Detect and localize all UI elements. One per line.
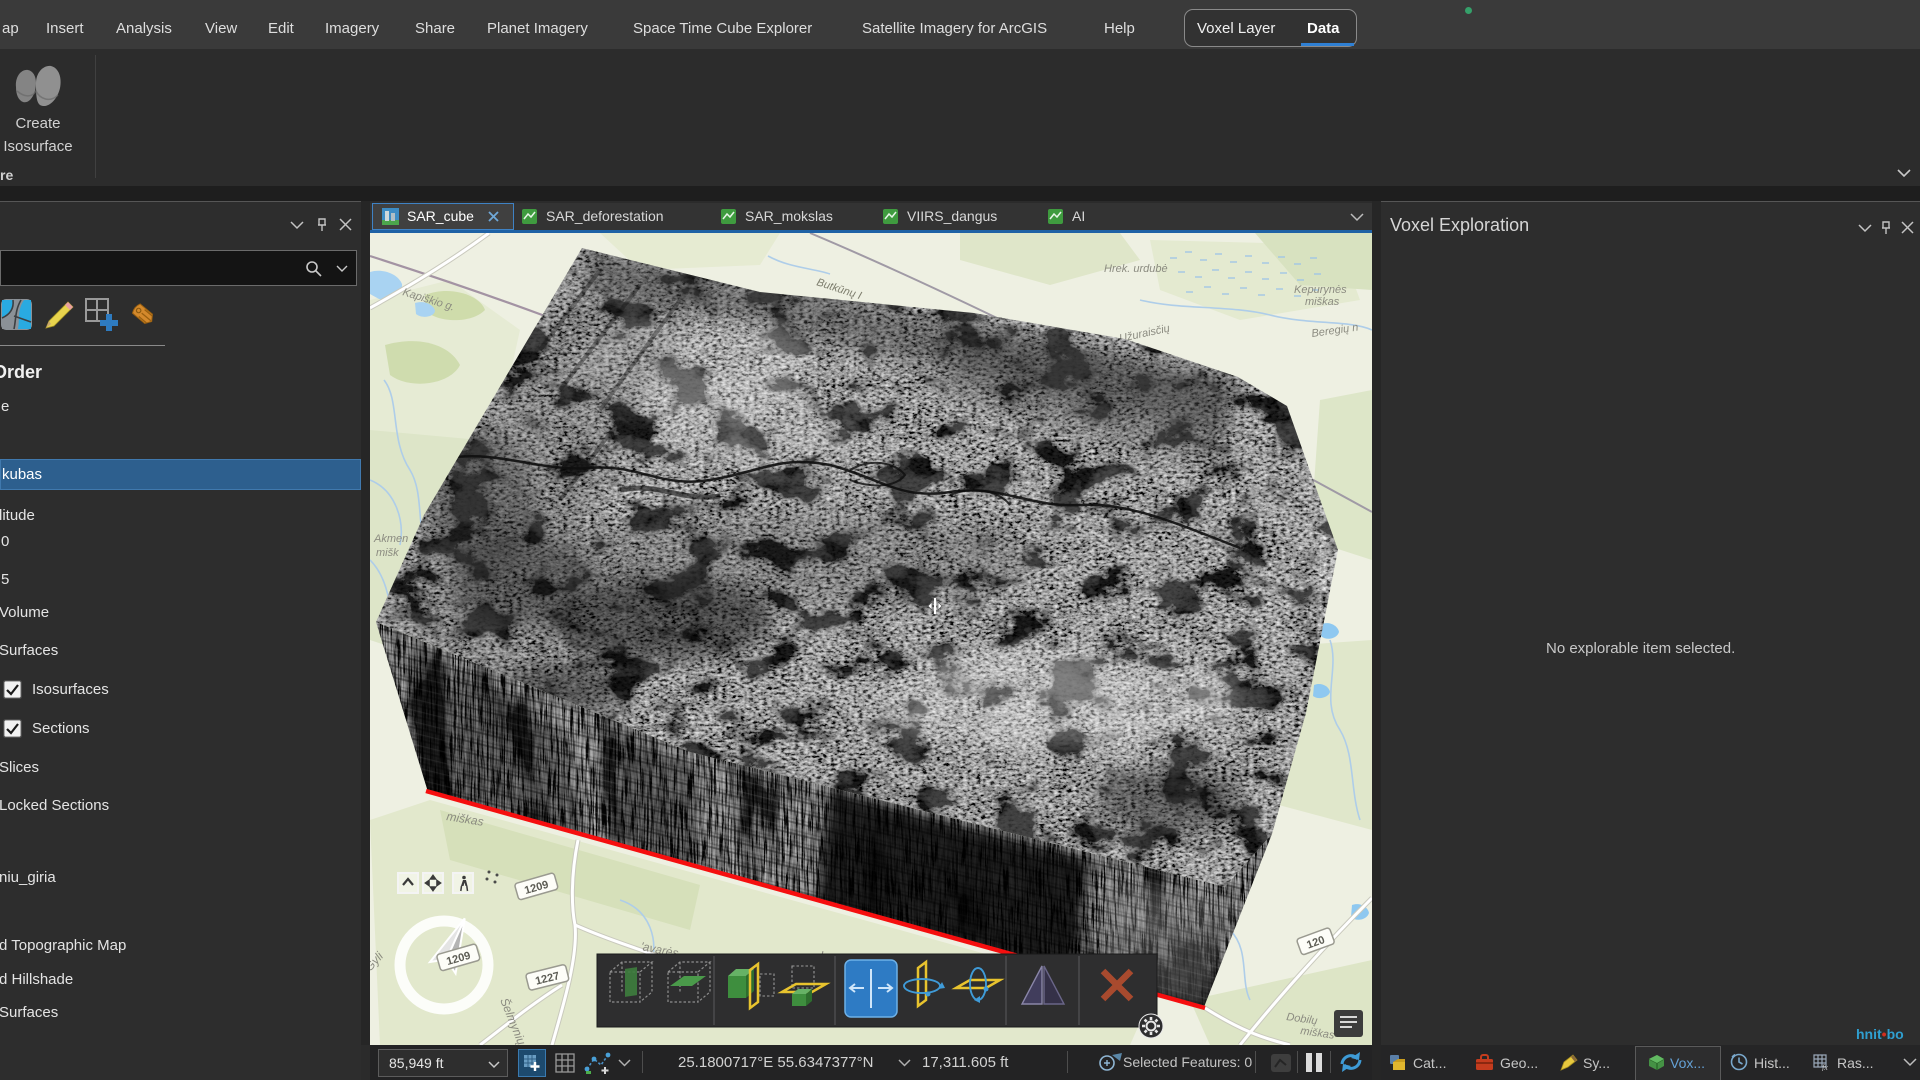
svg-text:Akmen: Akmen (373, 533, 408, 545)
svg-text:mišk: mišk (376, 547, 399, 559)
svg-text:miškas: miškas (1305, 296, 1340, 308)
svg-text:Hrek. urdubė: Hrek. urdubė (1104, 263, 1168, 275)
svg-text:fx: fx (1822, 1063, 1828, 1071)
svg-text:Kepurynės: Kepurynės (1294, 284, 1347, 296)
